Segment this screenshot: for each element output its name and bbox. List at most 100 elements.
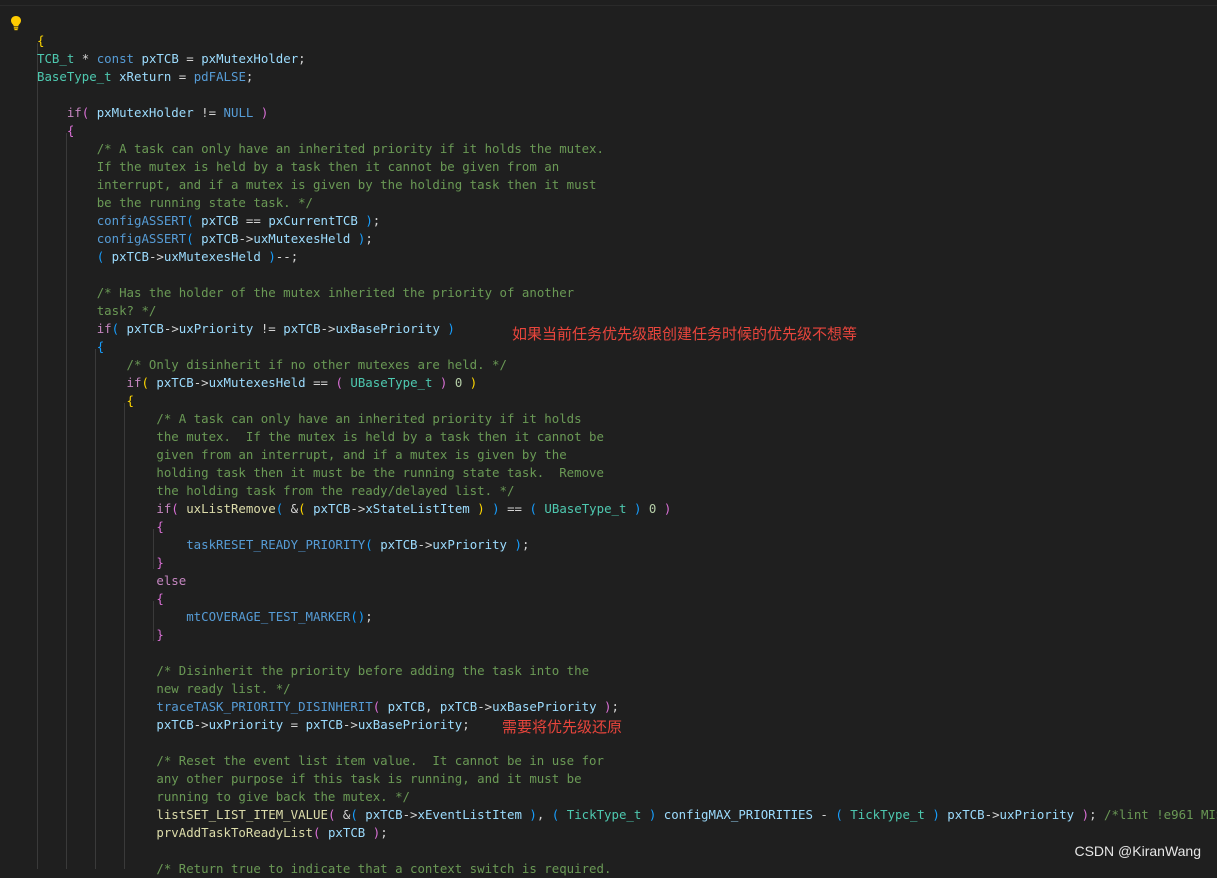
- code-token: (: [335, 375, 343, 390]
- code-token: !=: [253, 321, 284, 336]
- code-token: (: [350, 807, 358, 822]
- code-token: pxTCB: [947, 807, 985, 822]
- code-token: ): [477, 501, 485, 516]
- code-line: prvAddTaskToReadyList( pxTCB );: [0, 824, 1217, 842]
- code-token: any other purpose if this task is runnin…: [156, 771, 582, 786]
- code-token: ;: [462, 717, 470, 732]
- code-line: If the mutex is held by a task then it c…: [0, 158, 1217, 176]
- code-token: &: [283, 501, 299, 516]
- code-token: uxPriority: [999, 807, 1075, 822]
- code-token: ==: [238, 213, 269, 228]
- code-token: pxTCB: [305, 717, 343, 732]
- code-token: (: [186, 213, 194, 228]
- code-token: ;: [298, 51, 306, 66]
- code-token: given from an interrupt, and if a mutex …: [156, 447, 567, 462]
- code-token: ->: [238, 231, 254, 246]
- code-token: running to give back the mutex. */: [156, 789, 410, 804]
- code-token: ->: [163, 321, 179, 336]
- code-token: ->: [402, 807, 418, 822]
- lightbulb-icon[interactable]: [10, 15, 22, 31]
- code-line: {: [0, 122, 1217, 140]
- code-token: ;: [365, 231, 373, 246]
- code-token: (: [298, 501, 306, 516]
- code-token: ,: [424, 699, 440, 714]
- code-line: new ready list. */: [0, 680, 1217, 698]
- code-token: configASSERT: [96, 231, 187, 246]
- code-line-content: the holding task from the ready/delayed …: [37, 482, 514, 500]
- code-token: /* Disinherit the priority before adding…: [156, 663, 590, 678]
- code-line-content: any other purpose if this task is runnin…: [37, 770, 582, 788]
- code-line-content: if( pxTCB->uxPriority != pxTCB->uxBasePr…: [37, 320, 455, 338]
- code-line: {: [0, 590, 1217, 608]
- code-token: ): [447, 321, 455, 336]
- code-line-content: if( uxListRemove( &( pxTCB->xStateListIt…: [37, 500, 671, 518]
- code-token: {: [156, 519, 164, 534]
- code-line: /* Return true to indicate that a contex…: [0, 860, 1217, 878]
- code-token: the mutex. If the mutex is held by a tas…: [156, 429, 604, 444]
- code-token: if: [96, 321, 112, 336]
- code-line: mtCOVERAGE_TEST_MARKER();: [0, 608, 1217, 626]
- code-token: (: [171, 501, 179, 516]
- code-token: ): [529, 807, 537, 822]
- code-line-content: be the running state task. */: [37, 194, 313, 212]
- code-token: ->: [320, 321, 336, 336]
- code-token: ->: [350, 501, 366, 516]
- code-token: BaseType_t: [37, 69, 112, 84]
- code-line-content: taskRESET_READY_PRIORITY( pxTCB->uxPrior…: [37, 536, 529, 554]
- code-token: interrupt, and if a mutex is given by th…: [96, 177, 597, 192]
- code-token: traceTASK_PRIORITY_DISINHERIT: [156, 699, 373, 714]
- code-line-content: prvAddTaskToReadyList( pxTCB );: [37, 824, 387, 842]
- code-line: given from an interrupt, and if a mutex …: [0, 446, 1217, 464]
- code-token: ): [1081, 807, 1090, 822]
- code-token: pxCurrentTCB: [268, 213, 358, 228]
- code-editor[interactable]: BaseType_t xTaskPriorityDisinherit( Task…: [0, 14, 1217, 876]
- code-line-content: }: [37, 626, 163, 644]
- code-token: {: [126, 393, 134, 408]
- code-token: uxBasePriority: [492, 699, 597, 714]
- code-token: NULL: [223, 105, 254, 120]
- code-line: else: [0, 572, 1217, 590]
- code-token: !=: [193, 105, 224, 120]
- code-token: {: [96, 339, 105, 354]
- code-token: ->: [984, 807, 1000, 822]
- code-line: if( pxMutexHolder != NULL ): [0, 104, 1217, 122]
- code-token: uxBasePriority: [357, 717, 463, 732]
- code-line-content: if( pxTCB->uxMutexesHeld == ( UBaseType_…: [37, 374, 478, 392]
- code-token: const: [96, 51, 135, 66]
- code-line: /* Has the holder of the mutex inherited…: [0, 284, 1217, 302]
- code-token: /* A task can only have an inherited pri…: [96, 141, 604, 156]
- code-line-content: listSET_LIST_ITEM_VALUE( &( pxTCB->xEven…: [37, 806, 1217, 824]
- code-line-content: configASSERT( pxTCB->uxMutexesHeld );: [37, 230, 373, 248]
- code-line-content: traceTASK_PRIORITY_DISINHERIT( pxTCB, px…: [37, 698, 619, 716]
- code-token: configASSERT: [96, 213, 187, 228]
- code-token: pxTCB: [126, 321, 164, 336]
- code-token: if: [66, 105, 82, 120]
- code-line: /* A task can only have an inherited pri…: [0, 140, 1217, 158]
- code-token: ==: [499, 501, 530, 516]
- code-line: BaseType_t xReturn = pdFALSE;: [0, 68, 1217, 86]
- code-token: =: [178, 51, 202, 66]
- code-token: pdFALSE: [193, 69, 246, 84]
- code-token: pxTCB: [313, 501, 351, 516]
